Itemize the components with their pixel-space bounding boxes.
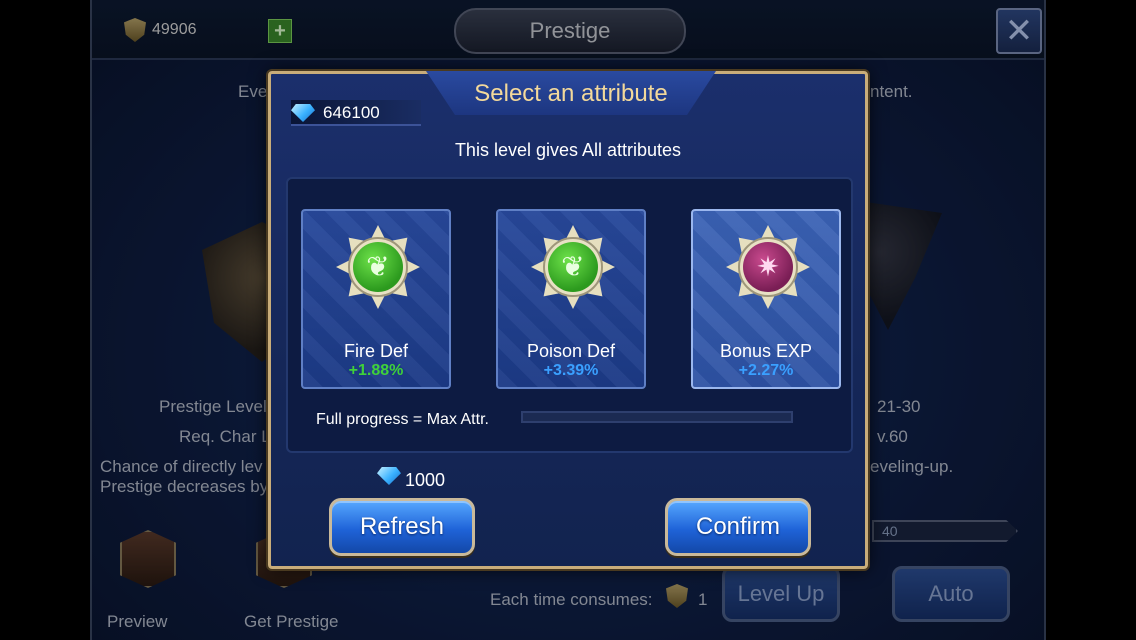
gem-icon [377,467,401,485]
attribute-name: Poison Def [526,341,616,361]
attribute-panel: ❦ Fire Def +1.88% ❦ Poison Def +3.39% ✷ … [286,177,853,453]
attribute-progress-bar [521,411,793,423]
gem-balance: 646100 [323,103,380,122]
attribute-name: Fire Def [343,341,408,361]
dialog-title: Select an attribute [474,80,668,107]
attribute-value: +3.39% [543,362,599,379]
attribute-card-poison-def[interactable]: ❦ Poison Def +3.39% [496,209,646,389]
medal-glyph: ✷ [756,250,780,283]
select-attribute-dialog: Select an attribute 646100 This level gi… [268,71,868,569]
leaf-icon: ❦ [531,225,615,309]
attribute-name: Bonus EXP [719,341,813,361]
refresh-button[interactable]: Refresh [329,498,475,556]
medal-glyph: ❦ [561,250,585,283]
progress-label: Full progress = Max Attr. [316,411,489,428]
dialog-subtitle: This level gives All attributes [454,140,682,160]
confirm-button[interactable]: Confirm [665,498,811,556]
star-icon: ✷ [726,225,810,309]
attribute-value: +2.27% [738,362,794,379]
leaf-icon: ❦ [336,225,420,309]
medal-glyph: ❦ [366,250,390,283]
attribute-card-bonus-exp[interactable]: ✷ Bonus EXP +2.27% [691,209,841,389]
attribute-card-fire-def[interactable]: ❦ Fire Def +1.88% [301,209,451,389]
attribute-value: +1.88% [348,362,404,379]
refresh-cost: 1000 [405,470,446,490]
